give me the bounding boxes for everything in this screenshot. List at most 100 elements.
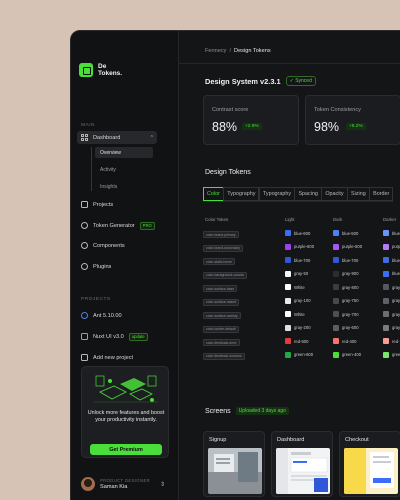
table-row[interactable]: color-brand-secondary purple-600 purple-50… bbox=[179, 243, 400, 253]
darker-color-swatch bbox=[383, 230, 389, 236]
premium-promo-card: Unlock more features and boost your prod… bbox=[81, 366, 169, 458]
screen-label: Checkout bbox=[345, 437, 369, 443]
darker-color-swatch bbox=[383, 324, 389, 331]
plus-icon bbox=[81, 354, 88, 361]
token-name: color-background-canvas bbox=[203, 271, 248, 279]
stat-label: Contrast score bbox=[212, 107, 249, 113]
token-name: color-brand-primary bbox=[203, 231, 239, 239]
sidebar-item-plugins[interactable]: Plugins bbox=[77, 260, 157, 273]
tab-typography-2[interactable]: Typography bbox=[258, 187, 296, 201]
dark-value: gray-750 bbox=[342, 298, 359, 303]
sidebar-item-token-generator[interactable]: Token Generator PRO bbox=[77, 219, 157, 232]
tab-typography[interactable]: Typography bbox=[223, 187, 260, 201]
dark-color-swatch bbox=[333, 297, 339, 304]
light-value: red-600 bbox=[294, 338, 309, 344]
light-value: blue-600 bbox=[294, 230, 311, 236]
tab-opacity[interactable]: Opacity bbox=[321, 187, 348, 201]
token-tabs: Color Typography Typography Spacing Opac… bbox=[203, 187, 394, 202]
light-color-swatch bbox=[285, 338, 291, 344]
section-label-main: MAIN bbox=[81, 123, 95, 128]
column-header-light: Light bbox=[285, 217, 295, 222]
darker-value: blue- bbox=[392, 271, 400, 276]
token-name: color-feedback-error bbox=[203, 339, 240, 347]
add-project-button[interactable]: Add new project bbox=[77, 351, 157, 364]
column-header-darker: Darker bbox=[383, 217, 397, 222]
nuxt-icon bbox=[81, 333, 88, 340]
token-name: color-brand-secondary bbox=[203, 244, 243, 252]
sidebar-item-projects[interactable]: Projects bbox=[77, 198, 157, 211]
user-profile[interactable]: PRODUCT DESIGNER Saman Kia ⇕ bbox=[81, 476, 173, 492]
breadcrumb-current: Design Tokens bbox=[234, 48, 271, 54]
breadcrumb-root[interactable]: Fennecy bbox=[205, 48, 226, 54]
table-row[interactable]: color-border-default gray-200 gray-600 gray… bbox=[179, 324, 400, 334]
dark-value: red-400 bbox=[342, 338, 357, 344]
token-name: color-surface-raised bbox=[203, 298, 239, 306]
darker-color-swatch bbox=[383, 351, 389, 358]
project-label: Ant 5.10.00 bbox=[93, 312, 122, 319]
light-value: gray-100 bbox=[294, 298, 311, 303]
project-label: Add new project bbox=[93, 354, 134, 361]
screen-card-signup[interactable]: Signup bbox=[203, 431, 265, 497]
token-name: color-border-default bbox=[203, 325, 239, 333]
table-row[interactable]: color-surface-overlay White gray-700 gray- bbox=[179, 310, 400, 320]
table-row[interactable]: color-surface-raised gray-100 gray-750 gray… bbox=[179, 297, 400, 307]
darker-color-swatch bbox=[383, 243, 389, 250]
light-value: gray-200 bbox=[294, 325, 311, 330]
synced-badge: ✓ Synced bbox=[285, 76, 316, 86]
sidebar-subitem-activity[interactable]: Activity bbox=[95, 164, 153, 175]
darker-value: blue- bbox=[392, 257, 400, 263]
table-row[interactable]: color-static-hover blue-700 blue-700 blue- bbox=[179, 256, 400, 266]
sidebar-subitem-insights[interactable]: Insights bbox=[95, 181, 153, 192]
promo-text: Unlock more features and boost your prod… bbox=[87, 410, 165, 423]
project-item-nuxt[interactable]: Nuxt UI v3.0 update bbox=[77, 330, 173, 343]
table-row[interactable]: color-brand-primary blue-600 blue-500 blue- bbox=[179, 229, 400, 239]
avatar bbox=[81, 477, 95, 491]
light-color-swatch bbox=[285, 284, 291, 290]
table-row[interactable]: color-feedback-error red-600 red-400 red- bbox=[179, 337, 399, 347]
sidebar: De Tokens. MAIN Dashboard ^ Overview Act… bbox=[71, 31, 179, 500]
sidebar-item-dashboard[interactable]: Dashboard ^ bbox=[77, 131, 157, 144]
table-row[interactable]: color-surface-base White gray-800 gray- bbox=[179, 283, 400, 293]
app-window: De Tokens. MAIN Dashboard ^ Overview Act… bbox=[70, 30, 400, 500]
screen-card-dashboard[interactable]: Dashboard bbox=[271, 431, 333, 497]
token-icon bbox=[81, 222, 88, 229]
screens-heading: Screens Uploaded 3 days ago bbox=[205, 407, 289, 415]
page-title: Design System v2.3.1 ✓ Synced bbox=[205, 76, 316, 86]
screen-card-checkout[interactable]: Checkout bbox=[339, 431, 400, 497]
darker-value: purp bbox=[392, 244, 400, 249]
pro-badge: PRO bbox=[139, 221, 155, 230]
dark-value: gray-900 bbox=[342, 271, 359, 276]
screens-title: Screens bbox=[205, 407, 231, 415]
dark-color-swatch bbox=[333, 243, 339, 250]
light-color-swatch bbox=[285, 311, 291, 317]
token-name: color-feedback-success bbox=[203, 352, 245, 360]
screen-thumbnail bbox=[344, 448, 398, 494]
app-logo[interactable]: De Tokens. bbox=[79, 63, 122, 77]
tab-spacing[interactable]: Spacing bbox=[294, 187, 322, 201]
sidebar-item-components[interactable]: Components bbox=[77, 239, 157, 252]
dark-color-swatch bbox=[333, 257, 339, 263]
get-premium-button[interactable]: Get Premium bbox=[90, 444, 162, 455]
tab-border[interactable]: Border bbox=[369, 187, 394, 201]
chevron-updown-icon[interactable]: ⇕ bbox=[160, 481, 165, 488]
tab-color[interactable]: Color bbox=[203, 187, 224, 201]
light-color-swatch bbox=[285, 270, 291, 277]
light-value: green-600 bbox=[294, 352, 314, 357]
dark-value: gray-600 bbox=[342, 325, 359, 330]
stat-delta: +2.9% bbox=[242, 123, 262, 130]
table-row[interactable]: color-background-canvas gray-50 gray-900 bl… bbox=[179, 270, 400, 280]
dark-color-swatch bbox=[333, 284, 339, 290]
design-tokens-heading: Design Tokens bbox=[205, 169, 251, 176]
stat-value: 88% bbox=[212, 120, 238, 134]
dark-color-swatch bbox=[333, 270, 339, 277]
darker-color-swatch bbox=[383, 311, 389, 317]
sidebar-subitem-overview[interactable]: Overview bbox=[95, 147, 153, 158]
screen-label: Signup bbox=[209, 437, 227, 443]
table-row[interactable]: color-feedback-success green-600 green-400… bbox=[179, 351, 400, 361]
tab-sizing[interactable]: Sizing bbox=[347, 187, 370, 201]
screen-label: Dashboard bbox=[277, 437, 305, 443]
dark-value: purple-500 bbox=[342, 244, 363, 249]
user-name: Saman Kia bbox=[100, 484, 128, 490]
darker-color-swatch bbox=[383, 270, 389, 277]
project-item-ant[interactable]: Ant 5.10.00 bbox=[77, 309, 157, 322]
